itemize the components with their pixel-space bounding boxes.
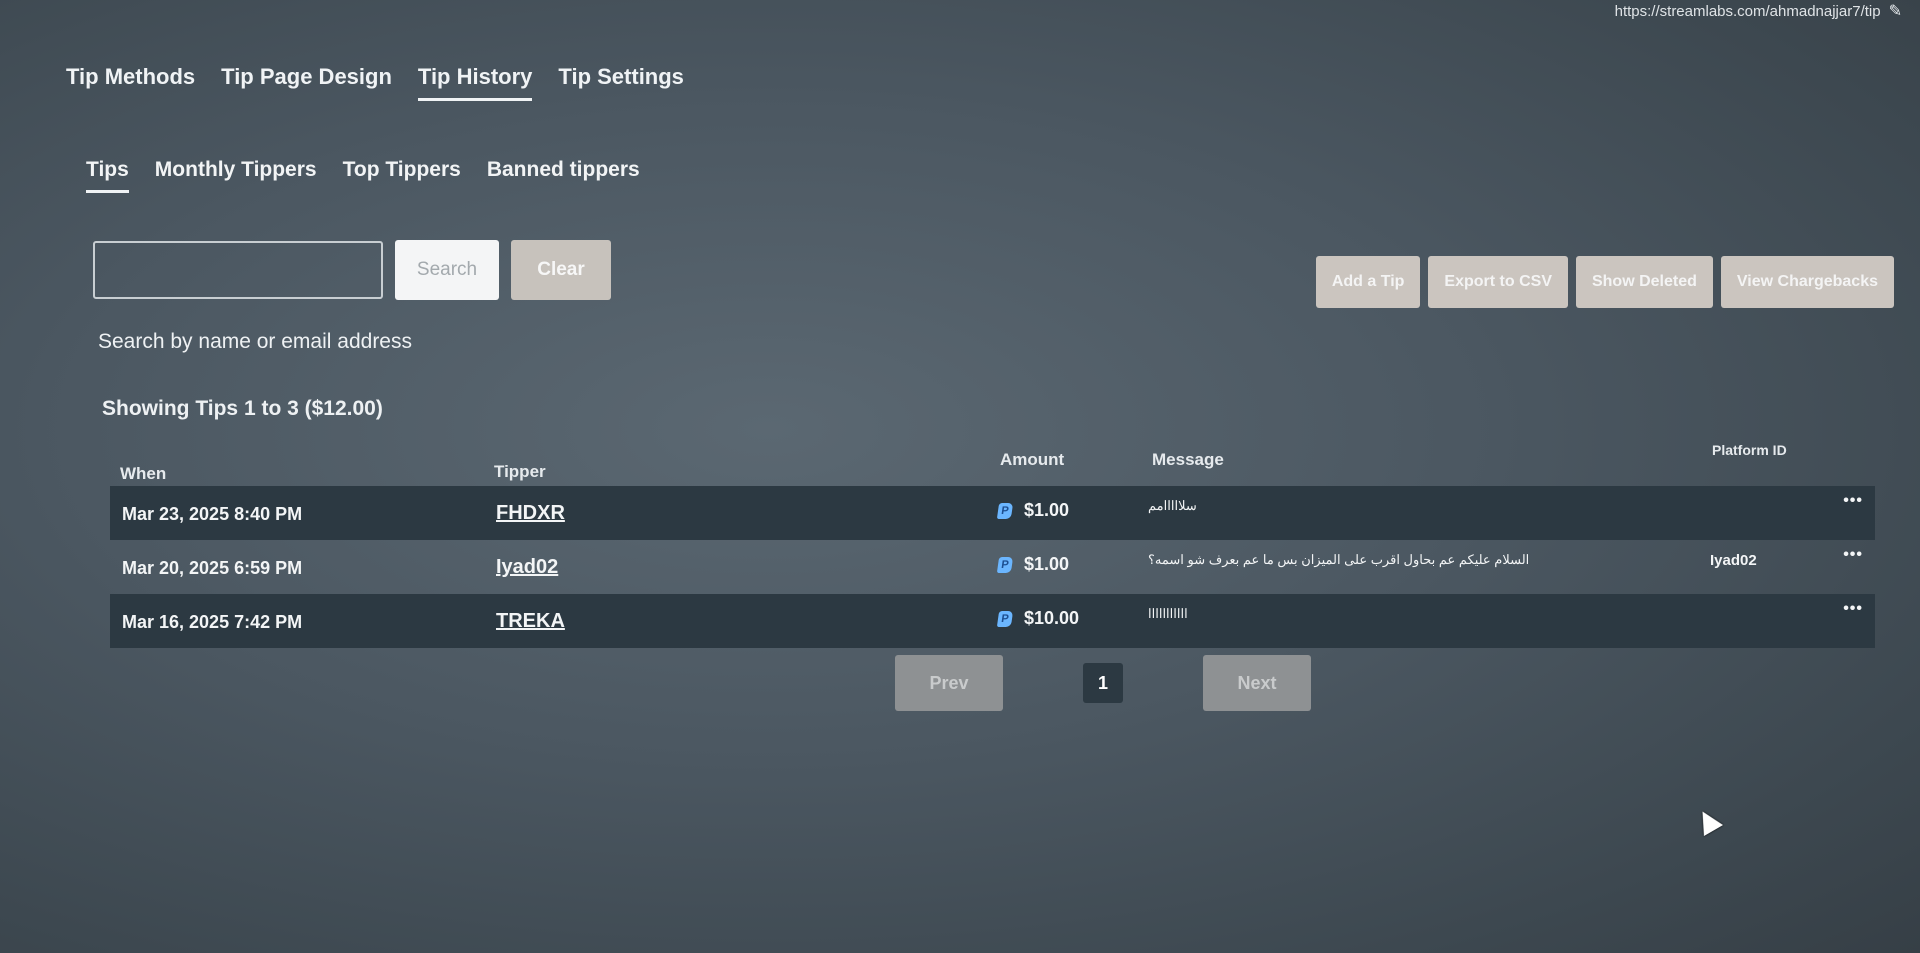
- next-button[interactable]: Next: [1203, 655, 1311, 711]
- table-row: Mar 20, 2025 6:59 PM Iyad02 P $1.00 السلا…: [110, 540, 1875, 594]
- platform-id: Iyad02: [1710, 552, 1757, 569]
- amount-value: $10.00: [1024, 608, 1080, 628]
- subtab-tips[interactable]: Tips: [86, 158, 129, 193]
- row-menu-icon[interactable]: •••: [1843, 546, 1863, 564]
- tip-amount: P $10.00: [996, 608, 1080, 629]
- search-button[interactable]: Search: [395, 240, 499, 300]
- pencil-icon[interactable]: ✎: [1889, 1, 1902, 21]
- header-message: Message: [1152, 450, 1224, 469]
- paypal-icon: P: [996, 503, 1014, 520]
- tip-message: سلااااامم: [1148, 498, 1197, 513]
- clear-button[interactable]: Clear: [511, 240, 611, 300]
- row-menu-icon[interactable]: •••: [1843, 600, 1863, 618]
- search-hint: Search by name or email address: [98, 330, 412, 353]
- tab-tip-settings[interactable]: Tip Settings: [558, 64, 684, 101]
- show-deleted-button[interactable]: Show Deleted: [1575, 256, 1713, 308]
- amount-value: $1.00: [1024, 500, 1070, 520]
- view-chargebacks-button[interactable]: View Chargebacks: [1720, 256, 1894, 308]
- paypal-icon: P: [996, 611, 1014, 628]
- main-tabs: Tip Methods Tip Page Design Tip History …: [66, 64, 684, 101]
- table-row: Mar 16, 2025 7:42 PM TREKA P $10.00 ااااا…: [110, 594, 1875, 648]
- export-csv-button[interactable]: Export to CSV: [1428, 256, 1568, 308]
- tip-message: ااااااااااا: [1148, 606, 1188, 621]
- table-header: When Tipper Amount Message Platform ID: [110, 442, 1875, 486]
- paypal-icon: P: [996, 557, 1014, 574]
- subtab-monthly-tippers[interactable]: Monthly Tippers: [155, 158, 317, 193]
- subtab-top-tippers[interactable]: Top Tippers: [343, 158, 461, 193]
- subtab-banned-tippers[interactable]: Banned tippers: [487, 158, 640, 193]
- header-when: When: [120, 464, 167, 483]
- tip-amount: P $1.00: [996, 500, 1070, 521]
- table-row: Mar 23, 2025 8:40 PM FHDXR P $1.00 سلاااا…: [110, 486, 1875, 540]
- tip-date: Mar 20, 2025 6:59 PM: [122, 558, 303, 578]
- pagination: Prev 1 Next: [895, 655, 1311, 711]
- share-url-bar: https://streamlabs.com/ahmadnajjar7/tip …: [1615, 0, 1902, 22]
- tip-page-url[interactable]: https://streamlabs.com/ahmadnajjar7/tip: [1615, 3, 1881, 20]
- tipper-link[interactable]: FHDXR: [496, 502, 565, 525]
- tip-date: Mar 16, 2025 7:42 PM: [122, 612, 303, 632]
- header-platform-id: Platform ID: [1712, 442, 1787, 458]
- mouse-cursor-icon: [1692, 805, 1724, 837]
- action-buttons: Add a Tip Export to CSV Show Deleted Vie…: [1315, 256, 1894, 308]
- tab-tip-page-design[interactable]: Tip Page Design: [221, 64, 392, 101]
- tipper-link[interactable]: Iyad02: [496, 556, 558, 579]
- amount-value: $1.00: [1024, 554, 1070, 574]
- tab-tip-methods[interactable]: Tip Methods: [66, 64, 195, 101]
- tab-tip-history[interactable]: Tip History: [417, 64, 533, 101]
- sub-tabs: Tips Monthly Tippers Top Tippers Banned …: [86, 158, 640, 193]
- search-row: Search Clear: [93, 240, 611, 300]
- prev-button[interactable]: Prev: [895, 655, 1003, 711]
- search-input[interactable]: [93, 241, 383, 299]
- tips-table: When Tipper Amount Message Platform ID M…: [110, 442, 1875, 648]
- tipper-link[interactable]: TREKA: [496, 610, 565, 633]
- header-amount: Amount: [1000, 450, 1065, 469]
- add-tip-button[interactable]: Add a Tip: [1315, 256, 1421, 308]
- tip-amount: P $1.00: [996, 554, 1070, 575]
- page-number[interactable]: 1: [1083, 663, 1123, 703]
- tips-summary: Showing Tips 1 to 3 ($12.00): [102, 397, 383, 420]
- header-tipper: Tipper: [494, 462, 546, 481]
- row-menu-icon[interactable]: •••: [1843, 492, 1863, 510]
- tip-date: Mar 23, 2025 8:40 PM: [122, 504, 303, 524]
- tip-message: السلام عليكم عم بحاول اقرب على الميزان ب…: [1148, 552, 1530, 567]
